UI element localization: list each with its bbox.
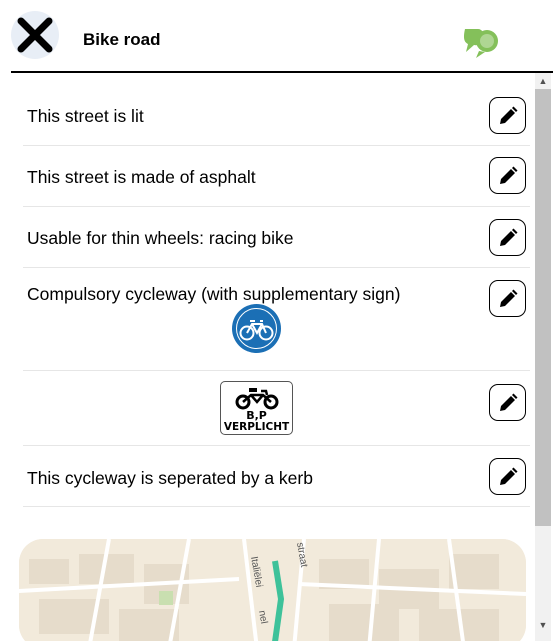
map-street-label: nel [256, 610, 269, 625]
bicycle-sign-icon [230, 302, 283, 355]
moped-sign-icon: B,P VERPLICHT [220, 381, 293, 435]
edit-button[interactable] [489, 157, 526, 194]
page-title: Bike road [83, 30, 161, 49]
close-icon [17, 17, 53, 53]
pencil-icon [499, 467, 517, 485]
edit-button[interactable] [489, 219, 526, 256]
list-item-supplementary-sign: B,P VERPLICHT [23, 371, 530, 446]
scroll-up-arrow-icon[interactable]: ▲ [535, 73, 551, 89]
row-label: Compulsory cycleway (with supplementary … [27, 284, 401, 304]
row-label: This street is lit [27, 106, 144, 126]
pencil-icon [499, 393, 517, 411]
sign-text-line2: VERPLICHT [223, 421, 290, 433]
pencil-icon [499, 289, 517, 307]
pencil-icon [499, 166, 517, 184]
row-label: This street is made of asphalt [27, 167, 256, 187]
edit-button[interactable] [489, 384, 526, 421]
list-item-asphalt: This street is made of asphalt [23, 146, 530, 207]
close-button[interactable] [11, 11, 59, 59]
pencil-icon [499, 228, 517, 246]
row-label: This cycleway is seperated by a kerb [27, 468, 313, 488]
edit-button[interactable] [489, 280, 526, 317]
scrollbar-thumb[interactable] [535, 89, 551, 526]
tag-rendering-list: This street is lit This street is made o… [0, 73, 559, 641]
edit-button[interactable] [489, 458, 526, 495]
list-item-thin-wheels: Usable for thin wheels: racing bike [23, 207, 530, 268]
list-item-lit: This street is lit [23, 85, 530, 146]
pencil-icon [499, 106, 517, 124]
header: Bike road [0, 0, 559, 73]
scroll-down-arrow-icon[interactable]: ▼ [535, 617, 551, 633]
list-item-compulsory-cycleway: Compulsory cycleway (with supplementary … [23, 268, 530, 371]
edit-button[interactable] [489, 97, 526, 134]
row-label: Usable for thin wheels: racing bike [27, 228, 294, 248]
speech-bubbles-icon[interactable] [462, 25, 500, 61]
list-item-kerb: This cycleway is seperated by a kerb [23, 446, 530, 507]
map-tiles: Italiëlei straat nel [19, 539, 526, 641]
minimap[interactable]: Italiëlei straat nel [19, 539, 526, 641]
